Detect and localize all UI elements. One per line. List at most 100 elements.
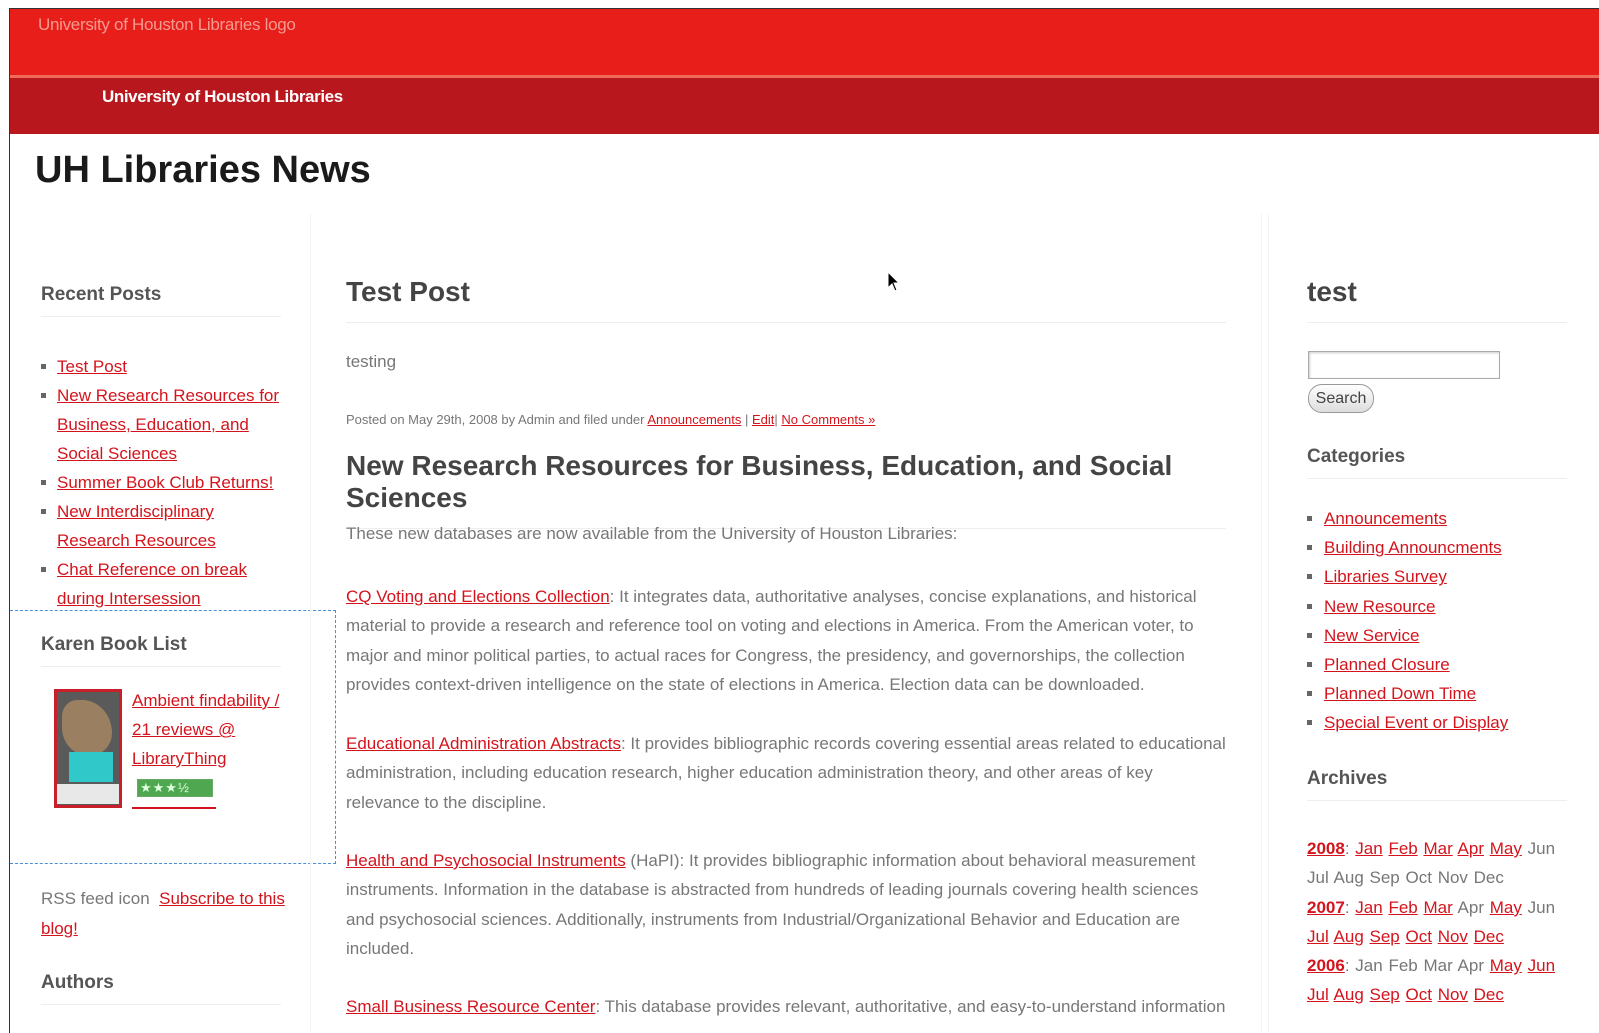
- archive-month-link[interactable]: May: [1490, 839, 1522, 858]
- comments-link[interactable]: No Comments »: [781, 412, 875, 427]
- rating-link-underline: [132, 807, 216, 809]
- list-item: Planned Closure: [1307, 650, 1508, 679]
- archive-month-link[interactable]: May: [1490, 898, 1522, 917]
- archive-month-link[interactable]: Nov: [1438, 985, 1468, 1004]
- category-link[interactable]: Libraries Survey: [1324, 567, 1447, 586]
- archive-month-link[interactable]: Nov: [1438, 927, 1468, 946]
- recent-post-link[interactable]: Chat Reference on break during Intersess…: [57, 560, 247, 608]
- mouse-cursor-icon: [887, 271, 901, 292]
- archive-year-link[interactable]: 2006: [1307, 956, 1345, 975]
- archive-month-link[interactable]: Jul: [1307, 985, 1329, 1004]
- category-link[interactable]: Planned Closure: [1324, 655, 1450, 674]
- nav-home-link[interactable]: University of Houston Libraries: [102, 87, 343, 107]
- archive-month-link[interactable]: Dec: [1474, 985, 1504, 1004]
- archive-month: Jun: [1527, 839, 1556, 858]
- recent-post-link[interactable]: New Research Resources for Business, Edu…: [57, 386, 279, 463]
- rss-widget: RSS feed icon Subscribe to this blog!: [41, 884, 286, 944]
- rss-feed-icon[interactable]: RSS feed icon: [41, 889, 150, 908]
- book-cover-image[interactable]: [54, 689, 122, 808]
- archive-month: Sep: [1369, 868, 1400, 888]
- resource-link[interactable]: Educational Administration Abstracts: [346, 734, 621, 753]
- sidebar-title: test: [1307, 276, 1567, 323]
- archive-month-link[interactable]: Aug: [1334, 927, 1364, 946]
- archive-month-link[interactable]: Feb: [1388, 839, 1417, 858]
- recent-posts-list: Test Post New Research Resources for Bus…: [41, 352, 281, 613]
- list-item: Announcements: [1307, 504, 1508, 533]
- list-item: Planned Down Time: [1307, 679, 1508, 708]
- page-frame: University of Houston Libraries logo Uni…: [9, 8, 1599, 1033]
- list-item: New Service: [1307, 621, 1508, 650]
- category-link[interactable]: New Resource: [1324, 597, 1436, 616]
- resource-paragraph: Educational Administration Abstracts: It…: [346, 734, 1226, 812]
- book-review-link[interactable]: Ambient findability / 21 reviews @ Libra…: [132, 686, 292, 773]
- archives-title: Archives: [1307, 768, 1567, 801]
- archive-month: Feb: [1388, 956, 1418, 976]
- list-item: Summer Book Club Returns!: [41, 468, 281, 497]
- archive-month-link[interactable]: Mar: [1423, 839, 1452, 858]
- categories-list: Announcements Building Announcments Libr…: [1307, 504, 1508, 738]
- category-link[interactable]: Building Announcments: [1324, 538, 1502, 557]
- resource-paragraph: Small Business Resource Center: This dat…: [346, 997, 1226, 1016]
- star-rating-icon: ★★★½: [137, 779, 213, 797]
- archive-month: Nov: [1437, 868, 1468, 888]
- left-sidebar: Recent Posts Test Post New Research Reso…: [10, 214, 336, 1033]
- archive-month-link[interactable]: Jan: [1355, 839, 1382, 858]
- recent-post-link[interactable]: Test Post: [57, 357, 127, 376]
- resource-link[interactable]: Health and Psychosocial Instruments: [346, 851, 626, 870]
- archive-month: Jul: [1307, 868, 1329, 888]
- post-intro: These new databases are now available fr…: [346, 524, 958, 543]
- book-list-title: Karen Book List: [41, 634, 281, 667]
- category-link[interactable]: Planned Down Time: [1324, 684, 1476, 703]
- book-list-widget: Karen Book List Ambient findability / 21…: [41, 634, 281, 809]
- archive-month-link[interactable]: Aug: [1334, 985, 1364, 1004]
- main-content: Test Post testing Posted on May 29th, 20…: [310, 214, 1262, 1033]
- authors-title: Authors: [41, 972, 281, 1005]
- edit-link[interactable]: Edit: [752, 412, 774, 427]
- recent-post-link[interactable]: Summer Book Club Returns!: [57, 473, 273, 492]
- archive-year-link[interactable]: 2008: [1307, 839, 1345, 858]
- resource-link[interactable]: CQ Voting and Elections Collection: [346, 587, 610, 606]
- archive-month: Aug: [1333, 868, 1364, 888]
- list-item: Building Announcments: [1307, 533, 1508, 562]
- list-item: Libraries Survey: [1307, 562, 1508, 591]
- resource-paragraph: CQ Voting and Elections Collection: It i…: [346, 587, 1197, 694]
- archive-month-link[interactable]: Feb: [1388, 898, 1417, 917]
- archive-month-link[interactable]: Jan: [1355, 898, 1382, 917]
- archive-month-link[interactable]: Oct: [1406, 985, 1432, 1004]
- archive-month-link[interactable]: Dec: [1474, 927, 1504, 946]
- search-input[interactable]: [1308, 351, 1500, 379]
- search-button[interactable]: Search: [1308, 384, 1374, 413]
- recent-posts-title: Recent Posts: [41, 284, 281, 317]
- resource-paragraph: Health and Psychosocial Instruments (HaP…: [346, 851, 1199, 958]
- category-link[interactable]: Special Event or Display: [1324, 713, 1508, 732]
- archive-month-link[interactable]: May: [1490, 956, 1522, 975]
- archive-year-link[interactable]: 2007: [1307, 898, 1345, 917]
- archive-month-link[interactable]: Oct: [1406, 927, 1432, 946]
- archive-month: Oct: [1405, 868, 1432, 888]
- archive-month-link[interactable]: Jun: [1528, 956, 1555, 975]
- post-title[interactable]: New Research Resources for Business, Edu…: [346, 450, 1226, 529]
- archive-month-link[interactable]: Mar: [1423, 898, 1452, 917]
- authors-widget: Authors: [41, 972, 281, 1005]
- archive-month-link[interactable]: Jul: [1307, 927, 1329, 946]
- category-link[interactable]: Announcements: [1324, 509, 1447, 528]
- site-logo[interactable]: University of Houston Libraries logo: [38, 15, 296, 35]
- archive-month-link[interactable]: Apr: [1458, 839, 1484, 858]
- archive-month: Dec: [1473, 868, 1504, 888]
- list-item: New Interdisciplinary Research Resources: [41, 497, 281, 555]
- archive-month: Apr: [1457, 956, 1485, 976]
- category-link[interactable]: New Service: [1324, 626, 1419, 645]
- list-item: New Resource: [1307, 592, 1508, 621]
- recent-posts-widget: Recent Posts Test Post New Research Reso…: [41, 284, 281, 613]
- right-sidebar: test Search Categories Announcements Bui…: [1268, 214, 1599, 1033]
- post-body: testing: [346, 352, 397, 371]
- resource-link[interactable]: Small Business Resource Center: [346, 997, 595, 1016]
- post-title[interactable]: Test Post: [346, 276, 1226, 323]
- category-link[interactable]: Announcements: [647, 412, 741, 427]
- recent-post-link[interactable]: New Interdisciplinary Research Resources: [57, 502, 216, 550]
- archive-month: Apr: [1457, 897, 1485, 917]
- list-item: New Research Resources for Business, Edu…: [41, 381, 281, 468]
- archive-month-link[interactable]: Sep: [1370, 927, 1400, 946]
- archive-month: Mar: [1423, 956, 1453, 976]
- archive-month-link[interactable]: Sep: [1370, 985, 1400, 1004]
